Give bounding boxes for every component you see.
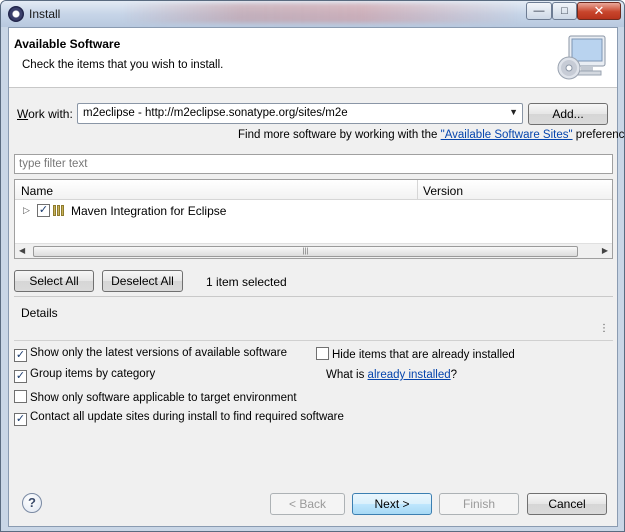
cancel-button[interactable]: Cancel [527,493,607,515]
select-all-button[interactable]: Select All [14,270,94,292]
column-divider[interactable] [417,180,418,200]
already-installed-link[interactable]: already installed [368,369,451,381]
next-button[interactable]: Next > [352,493,432,515]
option-hide-installed[interactable]: Hide items that are already installed [316,347,515,361]
window-title: Install [29,7,61,21]
filter-input[interactable]: type filter text [14,154,613,174]
details-area: ⋮ [14,321,613,341]
page-title: Available Software [14,37,121,51]
option-show-latest[interactable]: ✓ Show only the latest versions of availa… [14,347,287,362]
filter-placeholder: type filter text [19,158,88,170]
close-icon: ✕ [593,3,605,18]
deselect-all-button[interactable]: Deselect All [102,270,183,292]
checkbox-icon[interactable]: ✓ [14,349,27,362]
wizard-header: Available Software Check the items that … [9,28,617,88]
available-software-sites-link[interactable]: "Available Software Sites" [441,129,573,141]
scrollbar-thumb[interactable]: ||| [33,246,578,257]
scroll-right-icon[interactable]: ▶ [602,246,608,255]
work-with-combo[interactable]: m2eclipse - http://m2eclipse.sonatype.or… [77,103,523,124]
dialog-client-area: Available Software Check the items that … [8,27,624,527]
row-label: Maven Integration for Eclipse [71,204,227,218]
page-description: Check the items that you wish to install… [22,59,224,71]
minimize-button[interactable]: — [526,2,552,20]
back-button[interactable]: < Back [270,493,345,515]
selection-status: 1 item selected [206,275,287,289]
table-header: Name Version [15,180,612,200]
horizontal-scrollbar[interactable]: ◀ ||| ▶ [15,243,612,258]
eclipse-icon [8,6,24,22]
minimize-icon: — [533,5,545,17]
option-show-applicable[interactable]: Show only software applicable to target … [14,390,297,404]
triangle-right-icon[interactable]: ▷ [23,205,30,216]
maximize-icon: □ [561,5,568,17]
work-with-value: m2eclipse - http://m2eclipse.sonatype.or… [83,107,348,119]
divider [14,296,613,297]
finish-button[interactable]: Finish [439,493,519,515]
find-more-text: Find more software by working with the "… [238,129,625,141]
work-with-label: Work with: [17,107,73,121]
option-group-by-category[interactable]: ✓ Group items by category [14,368,155,383]
details-label: Details [21,306,58,320]
row-checkbox[interactable]: ✓ [37,204,50,217]
what-is-installed-text: What is already installed? [326,369,458,381]
column-version[interactable]: Version [423,184,463,198]
table-row[interactable]: ▷ ✓ Maven Integration for Eclipse [15,201,612,221]
software-tree-table[interactable]: Name Version ▷ ✓ Maven Integration for E… [14,179,613,259]
chevron-down-icon[interactable]: ▼ [509,107,518,117]
checkbox-icon[interactable]: ✓ [14,370,27,383]
scroll-left-icon[interactable]: ◀ [19,246,25,255]
column-name[interactable]: Name [21,184,53,198]
help-icon[interactable]: ? [22,493,42,513]
details-scroll-icon[interactable]: ⋮ [599,323,609,334]
add-site-button[interactable]: Add... [528,103,608,125]
title-bar-reflection [121,3,521,23]
feature-package-icon [53,205,67,216]
checkbox-icon[interactable]: ✓ [14,413,27,426]
monitor-cd-icon [557,35,606,80]
close-button[interactable]: ✕ [577,2,621,20]
checkbox-icon[interactable] [316,347,329,360]
install-dialog: Install — □ ✕ Available Software Check t… [0,0,625,532]
checkbox-icon[interactable] [14,390,27,403]
maximize-button[interactable]: □ [552,2,577,20]
option-contact-sites[interactable]: ✓ Contact all update sites during install… [14,411,344,426]
title-bar[interactable]: Install — □ ✕ [1,1,624,27]
